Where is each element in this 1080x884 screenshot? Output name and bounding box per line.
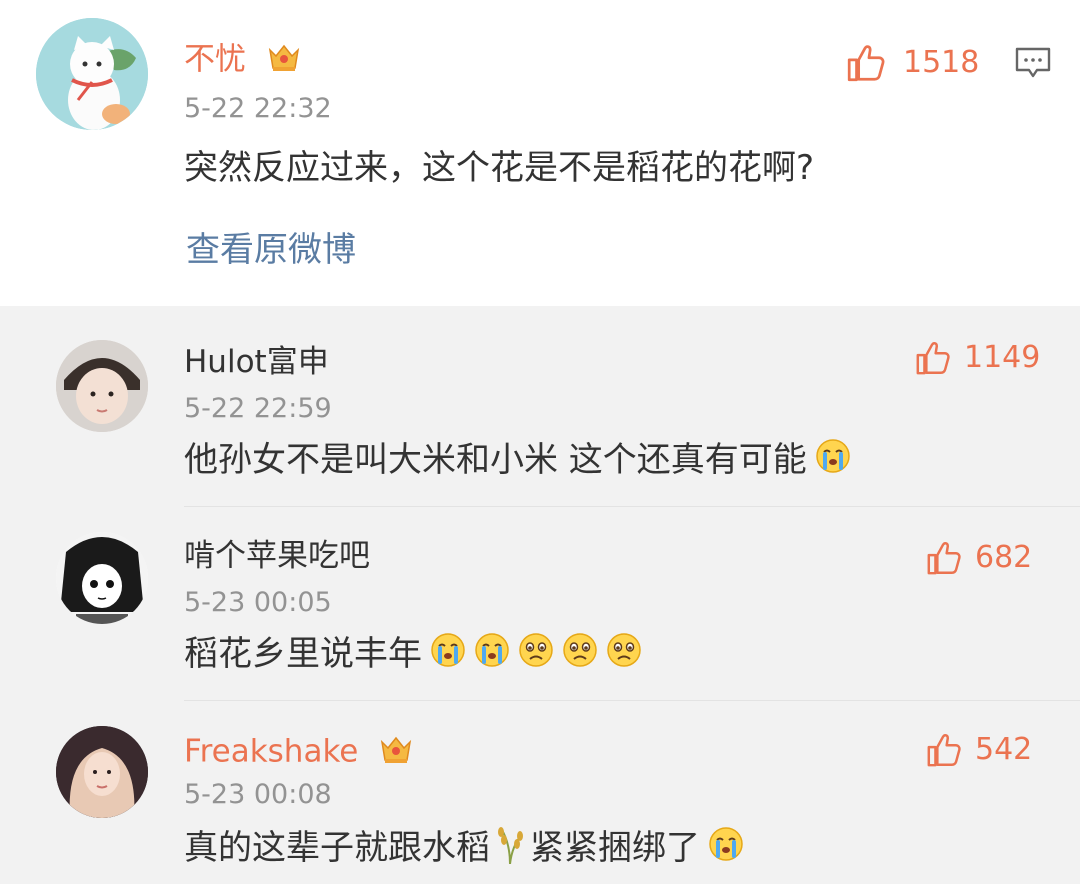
crying-emoji-icon [430,632,466,679]
avatar[interactable] [36,18,148,130]
thumbs-up-icon [914,339,952,377]
sad-emoji-icon [562,632,598,679]
thumbs-up-icon [845,42,887,84]
author-name[interactable]: 不忧 [184,38,302,84]
like-count: 1518 [903,45,980,80]
like-button[interactable]: 542 [925,730,1032,770]
comment-time: 5-22 22:59 [184,393,332,424]
thumbs-up-icon [925,539,963,577]
rice-emoji-icon [492,824,528,875]
like-count: 682 [975,540,1033,575]
like-count: 542 [975,732,1033,767]
vip-crown-icon [266,38,302,84]
like-button[interactable]: 1518 [845,42,979,84]
anime-avatar-image [56,532,148,624]
comment-text: 他孙女不是叫大米和小米 这个还真有可能 [184,438,851,485]
crying-emoji-icon [815,438,851,485]
comment-text: 突然反应过来，这个花是不是稻花的花啊? [184,148,815,188]
crying-emoji-icon [474,632,510,679]
comment-text: 稻花乡里说丰年 [184,632,642,679]
author-name[interactable]: Freakshake [184,730,414,776]
reply-text: 真的这辈子就跟水稻 [184,828,490,868]
child-avatar-image [56,340,148,432]
reply-text: 他孙女不是叫大米和小米 这个还真有可能 [184,440,807,480]
like-button[interactable]: 1149 [914,338,1040,378]
portrait-avatar-image [56,726,148,818]
author-name[interactable]: 啃个苹果吃吧 [184,536,370,576]
sad-emoji-icon [606,632,642,679]
author-name[interactable]: Hulot富申 [184,342,329,382]
cat-avatar-image [36,18,148,130]
avatar[interactable] [56,726,148,818]
comment-time: 5-23 00:05 [184,587,332,618]
divider [184,506,1080,507]
like-button[interactable]: 682 [925,538,1032,578]
avatar[interactable] [56,340,148,432]
vip-crown-icon [378,730,414,776]
avatar[interactable] [56,532,148,624]
reply-text: 紧紧捆绑了 [530,828,700,868]
view-original-link[interactable]: 查看原微博 [186,228,356,272]
like-count: 1149 [964,340,1041,375]
thumbs-up-icon [925,731,963,769]
reply-text: 稻花乡里说丰年 [184,634,422,674]
main-comment: 不忧 5-22 22:32 1518 突然反应过来，这个花是不是稻花的花啊? 查… [0,0,1080,306]
comment-text: 真的这辈子就跟水稻 紧紧捆绑了 [184,824,744,875]
divider [184,700,1080,701]
comment-icon[interactable] [1014,46,1052,84]
reply-list: Hulot富申 1149 5-22 22:59 他孙女不是叫大米和小米 这个还真… [0,306,1080,884]
comment-time: 5-23 00:08 [184,779,332,810]
crying-emoji-icon [708,826,744,873]
comment-time: 5-22 22:32 [184,93,332,124]
sad-emoji-icon [518,632,554,679]
